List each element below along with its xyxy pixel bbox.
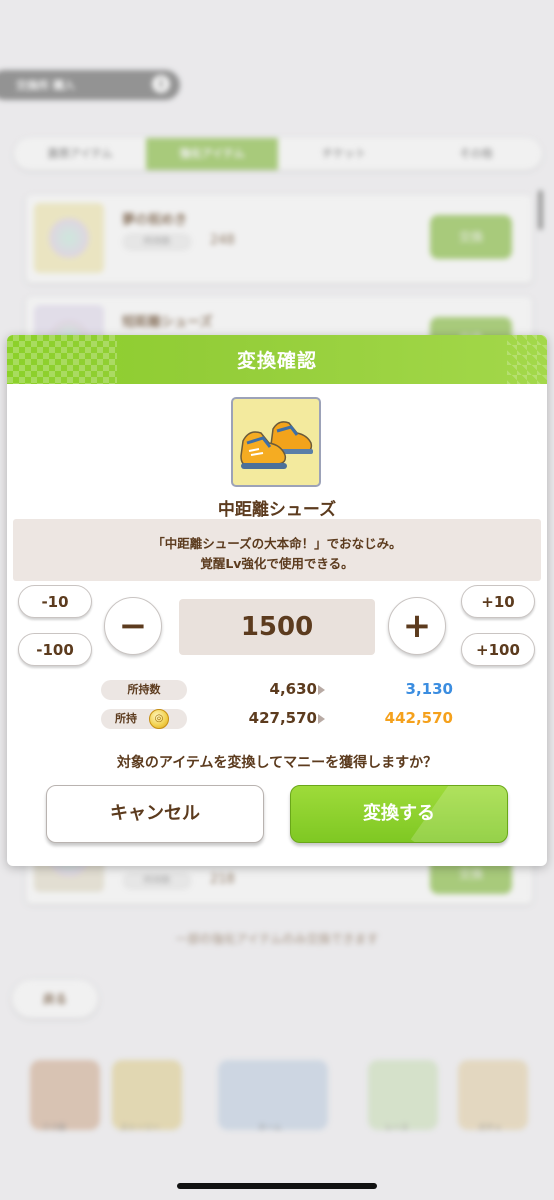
dialog-header: 変換確認 <box>7 335 547 384</box>
plus-10-button[interactable]: +10 <box>461 585 535 618</box>
coin-icon: ◎ <box>149 709 169 729</box>
cancel-label: キャンセル <box>110 803 200 824</box>
money-after: 442,570 <box>384 709 453 727</box>
money-current: 427,570 <box>248 709 317 727</box>
money-label: 所持 <box>101 709 187 729</box>
shoes-icon <box>231 397 321 487</box>
item-description: 「中距離シューズの大本命！」でおなじみ。 覚醒Lv強化で使用できる。 <box>13 519 541 581</box>
increment-button[interactable]: + <box>388 597 446 655</box>
dialog-title: 変換確認 <box>236 350 317 372</box>
arrow-right-icon <box>318 714 325 724</box>
home-indicator <box>177 1183 377 1189</box>
convert-label: 変換する <box>363 803 435 824</box>
cancel-button[interactable]: キャンセル <box>46 785 264 843</box>
description-line: 「中距離シューズの大本命！」でおなじみ。 <box>152 536 402 551</box>
minus-10-button[interactable]: -10 <box>18 585 92 618</box>
exchange-confirm-dialog: 変換確認 中距離シューズ 「中距離シューズの大本命！」でおなじみ。 覚醒Lv強化… <box>7 335 547 866</box>
arrow-right-icon <box>318 685 325 695</box>
owned-current: 4,630 <box>269 680 317 698</box>
quantity-display: 1500 <box>179 599 375 655</box>
owned-count-label: 所持数 <box>101 680 187 700</box>
convert-button[interactable]: 変換する <box>290 785 508 843</box>
item-name: 中距離シューズ <box>217 500 337 520</box>
plus-100-button[interactable]: +100 <box>461 633 535 666</box>
decrement-button[interactable]: − <box>104 597 162 655</box>
minus-100-button[interactable]: -100 <box>18 633 92 666</box>
owned-after: 3,130 <box>405 680 453 698</box>
description-line: 覚醒Lv強化で使用できる。 <box>200 556 354 571</box>
confirm-question: 対象のアイテムを変換してマニーを獲得しますか？ <box>116 755 438 771</box>
